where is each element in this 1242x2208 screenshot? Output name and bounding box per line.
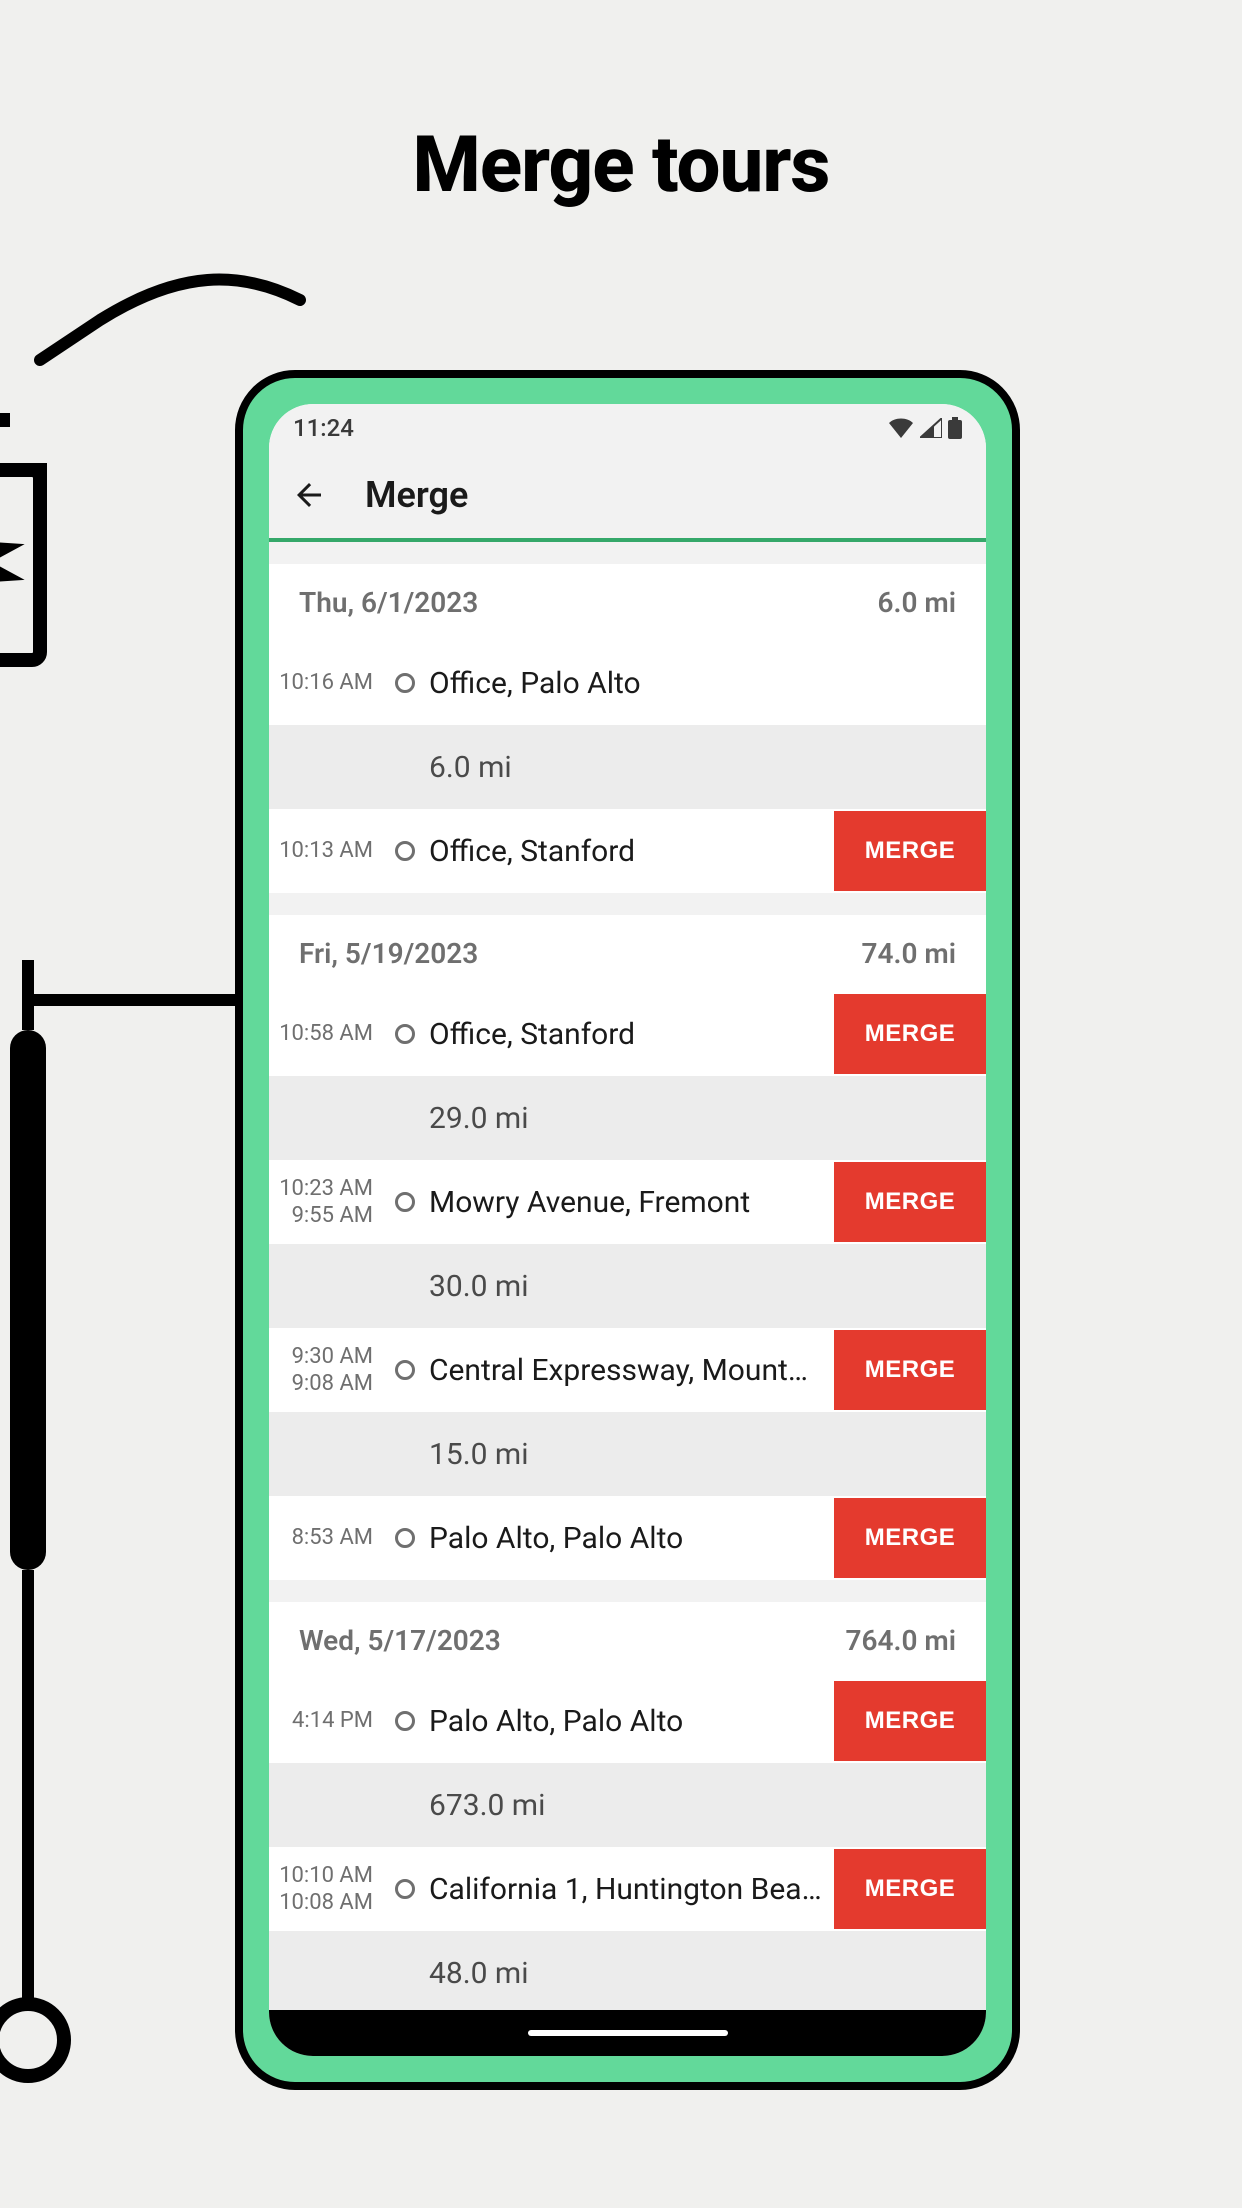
stop-row: 8:53 AM Palo Alto, Palo AltoMERGE [269, 1496, 986, 1580]
day-date: Wed, 5/17/2023 [299, 1624, 501, 1657]
merge-button[interactable]: MERGE [834, 994, 986, 1074]
stop-time: 10:13 AM [269, 837, 381, 865]
merge-button[interactable]: MERGE [834, 1330, 986, 1410]
stop-dot-col [381, 1192, 429, 1212]
stop-dot-icon [395, 1711, 415, 1731]
segment-row: 48.0 mi [269, 1931, 986, 2010]
app-bar: Merge [269, 452, 986, 542]
stop-row: 4:14 PM Palo Alto, Palo AltoMERGE [269, 1679, 986, 1763]
stops-container: 10:58 AMOffice, StanfordMERGE29.0 mi10:2… [269, 992, 986, 1580]
stop-dot-col [381, 673, 429, 693]
merge-button[interactable]: MERGE [834, 1681, 986, 1761]
stops-container: 10:16 AM Office, Palo Alto 6.0 mi 10:13 AM O… [269, 641, 986, 893]
day-header: Fri, 5/19/2023 74.0 mi [269, 915, 986, 992]
segment-distance: 6.0 mi [429, 750, 512, 785]
day-group: Thu, 6/1/2023 6.0 mi 10:16 AM Office, Palo … [269, 564, 986, 893]
segment-row: 29.0 mi [269, 1076, 986, 1160]
phone-screen: 11:24 Merge Thu, 6/1/2023 6.0 mi 10:16 AM O… [269, 404, 986, 2056]
stop-row: 10:16 AM Office, Palo Alto [269, 641, 986, 725]
stop-time: 10:23 AM9:55 AM [269, 1175, 381, 1230]
stop-place: Mowry Avenue, Fremont [429, 1185, 834, 1220]
day-date: Thu, 6/1/2023 [299, 586, 478, 619]
stop-time: 10:16 AM [269, 669, 381, 697]
home-indicator[interactable] [528, 2030, 728, 2036]
merge-button[interactable]: MERGE [834, 1849, 986, 1929]
phone-frame: 11:24 Merge Thu, 6/1/2023 6.0 mi 10:16 AM O… [235, 370, 1020, 2090]
segment-distance: 30.0 mi [429, 1269, 529, 1304]
promo-title: Merge tours [0, 120, 1242, 211]
stop-place: Central Expressway, Mountain… [429, 1353, 834, 1388]
stop-dot-col [381, 841, 429, 861]
segment-distance: 15.0 mi [429, 1437, 529, 1472]
stop-dot-col [381, 1879, 429, 1899]
stop-dot-icon [395, 1192, 415, 1212]
wifi-icon [888, 418, 914, 438]
segment-distance: 29.0 mi [429, 1101, 529, 1136]
nav-bar [269, 2010, 986, 2056]
merge-button[interactable]: MERGE [834, 1162, 986, 1242]
day-header: Wed, 5/17/2023 764.0 mi [269, 1602, 986, 1679]
stop-time: 10:10 AM10:08 AM [269, 1862, 381, 1917]
stop-row: 9:30 AM9:08 AM Central Expressway, Mounta… [269, 1328, 986, 1412]
stop-dot-icon [395, 673, 415, 693]
day-date: Fri, 5/19/2023 [299, 937, 478, 970]
stop-dot-icon [395, 1879, 415, 1899]
segment-row: 30.0 mi [269, 1244, 986, 1328]
stop-place: Office, Palo Alto [429, 666, 986, 701]
stop-dot-icon [395, 1360, 415, 1380]
day-total: 74.0 mi [862, 937, 957, 970]
stop-dot-col [381, 1024, 429, 1044]
merge-button[interactable]: MERGE [834, 1498, 986, 1578]
stop-place: Palo Alto, Palo Alto [429, 1521, 834, 1556]
merge-button[interactable]: MERGE [834, 811, 986, 891]
tour-list[interactable]: Thu, 6/1/2023 6.0 mi 10:16 AM Office, Palo … [269, 542, 986, 2010]
stop-time: 9:30 AM9:08 AM [269, 1343, 381, 1398]
stop-row: 10:10 AM10:08 AM California 1, Huntington… [269, 1847, 986, 1931]
day-total: 6.0 mi [877, 586, 956, 619]
back-button[interactable] [283, 469, 335, 521]
appbar-title: Merge [365, 474, 468, 516]
stop-dot-col [381, 1360, 429, 1380]
stop-time: 10:58 AM [269, 1020, 381, 1048]
day-group: Fri, 5/19/2023 74.0 mi 10:58 AM Office, Sta… [269, 915, 986, 1580]
status-bar: 11:24 [269, 404, 986, 452]
stop-place: Office, Stanford [429, 834, 834, 869]
stop-row: 10:13 AM Office, StanfordMERGE [269, 809, 986, 893]
day-total: 764.0 mi [846, 1624, 957, 1657]
segment-distance: 673.0 mi [429, 1788, 545, 1823]
signal-icon [920, 418, 942, 438]
segment-distance: 48.0 mi [429, 1956, 529, 1991]
stop-dot-icon [395, 1024, 415, 1044]
stop-place: Office, Stanford [429, 1017, 834, 1052]
stop-dot-col [381, 1711, 429, 1731]
stop-time: 8:53 AM [269, 1524, 381, 1552]
stop-dot-col [381, 1528, 429, 1548]
status-time: 11:24 [293, 414, 354, 442]
stop-row: 10:23 AM9:55 AM Mowry Avenue, FremontMERG… [269, 1160, 986, 1244]
stop-place: Palo Alto, Palo Alto [429, 1704, 834, 1739]
stops-container: 4:14 PMPalo Alto, Palo AltoMERGE673.0 mi… [269, 1679, 986, 2010]
stop-row: 10:58 AM Office, StanfordMERGE [269, 992, 986, 1076]
day-header: Thu, 6/1/2023 6.0 mi [269, 564, 986, 641]
battery-icon [948, 417, 962, 439]
segment-row: 15.0 mi [269, 1412, 986, 1496]
stop-dot-icon [395, 841, 415, 861]
stop-time: 4:14 PM [269, 1707, 381, 1735]
arrow-left-icon [291, 477, 327, 513]
stop-place: California 1, Huntington Beach [429, 1872, 834, 1907]
day-group: Wed, 5/17/2023 764.0 mi 4:14 PM Palo Alto, … [269, 1602, 986, 2010]
segment-row: 6.0 mi [269, 725, 986, 809]
stop-dot-icon [395, 1528, 415, 1548]
segment-row: 673.0 mi [269, 1763, 986, 1847]
